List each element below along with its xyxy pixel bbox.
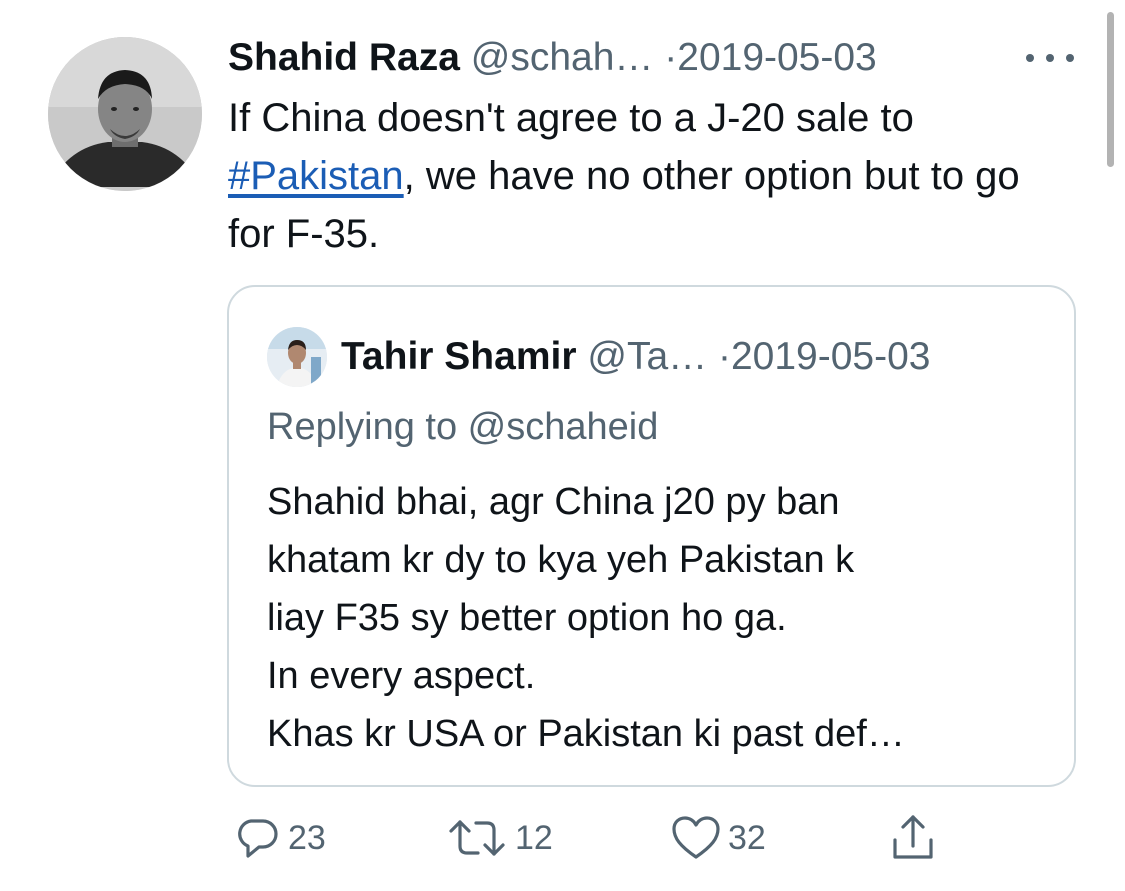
share-button[interactable] xyxy=(887,812,939,864)
separator-dot: · xyxy=(664,36,678,79)
tweet-text-start: If China doesn't agree to a J-20 sale to xyxy=(228,96,914,140)
quoted-author-avatar xyxy=(267,327,327,387)
author-handle[interactable]: @schah… xyxy=(471,36,654,79)
quoted-author-name: Tahir Shamir xyxy=(341,335,577,378)
quoted-text-line: Shahid bhai, agr China j20 py ban xyxy=(267,481,840,523)
quoted-tweet-header: Tahir Shamir @Ta… ·2019-05-03 xyxy=(341,327,930,387)
quoted-text-line: liay F35 sy better option ho ga. xyxy=(267,597,787,639)
reply-count: 23 xyxy=(288,818,326,857)
tweet-date[interactable]: 2019-05-03 xyxy=(677,36,877,79)
retweet-button[interactable]: 12 xyxy=(445,812,553,864)
author-name[interactable]: Shahid Raza xyxy=(228,36,460,79)
quoted-tweet-date: 2019-05-03 xyxy=(730,335,931,378)
replying-to-text: Replying to @schaheid xyxy=(267,406,659,448)
tweet-actions: 23 12 32 xyxy=(227,812,957,864)
quoted-text-line: Khas kr USA or Pakistan ki past def… xyxy=(267,713,905,755)
heart-icon xyxy=(670,813,722,863)
like-count: 32 xyxy=(728,818,766,857)
tweet-text: If China doesn't agree to a J-20 sale to… xyxy=(228,89,1058,263)
quoted-text-line: khatam kr dy to kya yeh Pakistan k xyxy=(267,539,855,581)
share-icon xyxy=(887,812,939,864)
quoted-author-handle: @Ta… xyxy=(587,335,708,378)
reply-icon xyxy=(232,813,282,863)
retweet-icon xyxy=(445,813,509,863)
hashtag-link[interactable]: #Pakistan xyxy=(228,154,404,198)
author-avatar[interactable] xyxy=(48,37,202,191)
tweet-header: Shahid Raza @schah… ·2019-05-03 xyxy=(228,32,1078,84)
quoted-separator-dot: · xyxy=(717,335,731,378)
quoted-tweet-text: Shahid bhai, agr China j20 py ban khatam… xyxy=(267,473,1057,763)
scrollbar[interactable] xyxy=(1107,12,1114,167)
retweet-count: 12 xyxy=(515,818,553,857)
quoted-tweet-card[interactable]: Tahir Shamir @Ta… ·2019-05-03 Replying t… xyxy=(227,285,1076,787)
more-horizontal-icon[interactable] xyxy=(1026,38,1074,78)
quoted-text-line: In every aspect. xyxy=(267,655,536,697)
reply-button[interactable]: 23 xyxy=(232,812,326,864)
like-button[interactable]: 32 xyxy=(670,812,766,864)
